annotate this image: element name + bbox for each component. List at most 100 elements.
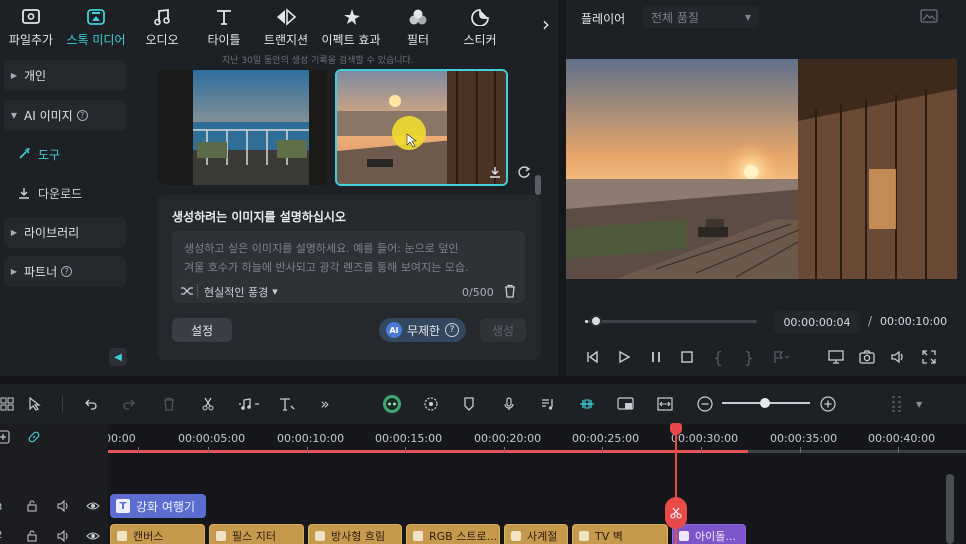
fit-width-icon[interactable] (654, 393, 676, 415)
title-clip[interactable]: T 강화 여행기 (110, 494, 206, 518)
quality-dropdown[interactable]: 전체 품질 ▼ (643, 6, 759, 28)
toolbar-import-media[interactable]: 파일추가 (4, 6, 58, 50)
prev-frame-icon[interactable] (582, 347, 602, 367)
ruler-time-label: 00:00:35:00 (770, 432, 838, 445)
collapse-arrow-icon: ▼ (10, 111, 18, 120)
zoom-in-icon[interactable] (817, 393, 839, 415)
redo-icon[interactable] (118, 393, 140, 415)
microphone-icon[interactable] (498, 393, 520, 415)
toolbar-audio[interactable]: 오디오 (140, 6, 184, 50)
add-track-icon[interactable] (0, 430, 12, 446)
toolbar-more-chevron-icon[interactable]: › (538, 12, 554, 36)
audio-split-icon[interactable] (236, 393, 262, 415)
mark-in-icon[interactable]: { (708, 347, 728, 367)
toolbar-stock-media[interactable]: 스톡 미디어 (62, 6, 130, 50)
speaker-icon[interactable] (57, 499, 71, 514)
eye-icon[interactable] (86, 530, 100, 544)
sidebar-item-personal[interactable]: ▶ 개인 (4, 60, 126, 91)
marker-dropdown-icon[interactable] (772, 347, 792, 367)
play-icon[interactable] (614, 347, 634, 367)
help-icon[interactable]: ? (61, 266, 73, 277)
volume-icon[interactable] (888, 347, 908, 367)
playhead-split-button[interactable] (665, 497, 687, 529)
effect-clip[interactable]: 캔버스 (110, 524, 205, 544)
eye-icon[interactable] (86, 500, 100, 514)
sidebar-item-ai-image[interactable]: ▼ AI 이미지 ? (4, 100, 126, 131)
toolbar-effects[interactable]: 이펙트 효과 (318, 6, 384, 50)
select-cursor-icon[interactable] (24, 393, 46, 415)
effect-clip[interactable]: TV 벽 (572, 524, 668, 544)
mark-out-icon[interactable]: } (739, 347, 759, 367)
unlimited-badge-button[interactable]: AI 무제한 ? (379, 318, 466, 342)
timeline-vertical-scrollbar[interactable] (946, 474, 954, 544)
ruler-tick (701, 447, 702, 453)
effect-clip[interactable]: RGB 스트로... (406, 524, 500, 544)
sticker-icon (470, 6, 490, 28)
generate-button[interactable]: 생성 (480, 318, 526, 342)
link-icon[interactable] (27, 430, 43, 446)
regenerate-icon[interactable] (517, 165, 533, 181)
filter-circles-icon (408, 6, 428, 28)
ruler-tick (138, 447, 139, 453)
generated-image-thumb-1[interactable] (157, 70, 327, 185)
zoom-slider-handle[interactable] (760, 398, 770, 408)
shuffle-icon[interactable] (180, 284, 194, 298)
ruler-time-label: 00:00:15:00 (375, 432, 443, 445)
collapse-sidebar-button[interactable]: ◀ (109, 348, 127, 366)
gallery-scrollbar[interactable] (535, 175, 541, 195)
audio-list-icon[interactable] (537, 393, 559, 415)
sidebar-item-downloads[interactable]: 다운로드 (18, 182, 82, 204)
history-hint: 지난 30일 동안의 생성 기록을 검색할 수 있습니다. (222, 56, 414, 66)
toolbar-filters[interactable]: 필터 (398, 6, 438, 50)
help-icon[interactable]: ? (76, 110, 88, 121)
effect-clip[interactable]: 필스 지터 (209, 524, 304, 544)
toolbar-transitions[interactable]: 트랜지션 (258, 6, 314, 50)
sidebar-item-tools[interactable]: 도구 (18, 143, 60, 165)
effect-clip[interactable]: 사계절 (504, 524, 568, 544)
video-preview[interactable] (566, 59, 957, 279)
effect-clip[interactable]: 방사형 흐림 (308, 524, 402, 544)
settings-button[interactable]: 설정 (172, 318, 232, 342)
playhead-handle[interactable] (670, 423, 682, 435)
generated-image-thumb-2-selected[interactable] (335, 69, 508, 186)
layout-grid-icon[interactable] (0, 393, 18, 415)
unlock-icon[interactable] (26, 530, 40, 544)
track-layout-icon[interactable] (886, 393, 908, 415)
char-count: 0/500 (462, 286, 494, 299)
ai-copilot-icon[interactable] (380, 393, 404, 415)
sidebar-item-label: 파트너 (24, 265, 58, 279)
expand-arrow-icon: ▶ (10, 71, 18, 80)
current-time-field[interactable]: 00:00:00:04 (774, 311, 860, 333)
toolbar-titles[interactable]: 타이틀 (201, 6, 247, 50)
style-dropdown[interactable]: 현실적인 풍경 ▼ (204, 284, 278, 300)
pause-icon[interactable] (646, 347, 666, 367)
camera-snapshot-icon[interactable] (857, 347, 877, 367)
auto-enhance-icon[interactable] (420, 393, 442, 415)
undo-icon[interactable] (80, 393, 102, 415)
toolbar-stickers[interactable]: 스티커 (457, 6, 503, 50)
download-image-icon[interactable] (487, 164, 503, 180)
unlock-icon[interactable] (26, 500, 40, 514)
help-icon[interactable]: ? (445, 323, 460, 337)
trash-icon[interactable] (503, 284, 517, 298)
text-tool-icon[interactable] (276, 393, 298, 415)
snapshot-display-icon[interactable] (920, 9, 938, 23)
marker-shield-icon[interactable] (458, 393, 480, 415)
speaker-icon[interactable] (57, 529, 71, 544)
zoom-out-icon[interactable] (694, 393, 716, 415)
player-title: 플레이어 (581, 12, 626, 26)
scissors-icon[interactable] (197, 393, 219, 415)
pip-icon[interactable] (615, 393, 637, 415)
stop-icon[interactable] (677, 347, 697, 367)
sidebar-item-partner[interactable]: ▶ 파트너 ? (4, 256, 126, 287)
chevron-down-icon[interactable]: ▼ (916, 400, 922, 409)
display-monitor-icon[interactable] (826, 347, 846, 367)
fullscreen-icon[interactable] (919, 347, 939, 367)
sidebar-item-library[interactable]: ▶ 라이브러리 (4, 217, 126, 248)
player-progress-track[interactable] (585, 320, 757, 323)
transition-icon (275, 6, 297, 28)
more-tools-icon[interactable]: » (314, 393, 336, 415)
snap-magnet-icon[interactable] (576, 393, 598, 415)
video-clip[interactable]: 아이돌... (672, 524, 746, 544)
delete-icon[interactable] (158, 393, 180, 415)
